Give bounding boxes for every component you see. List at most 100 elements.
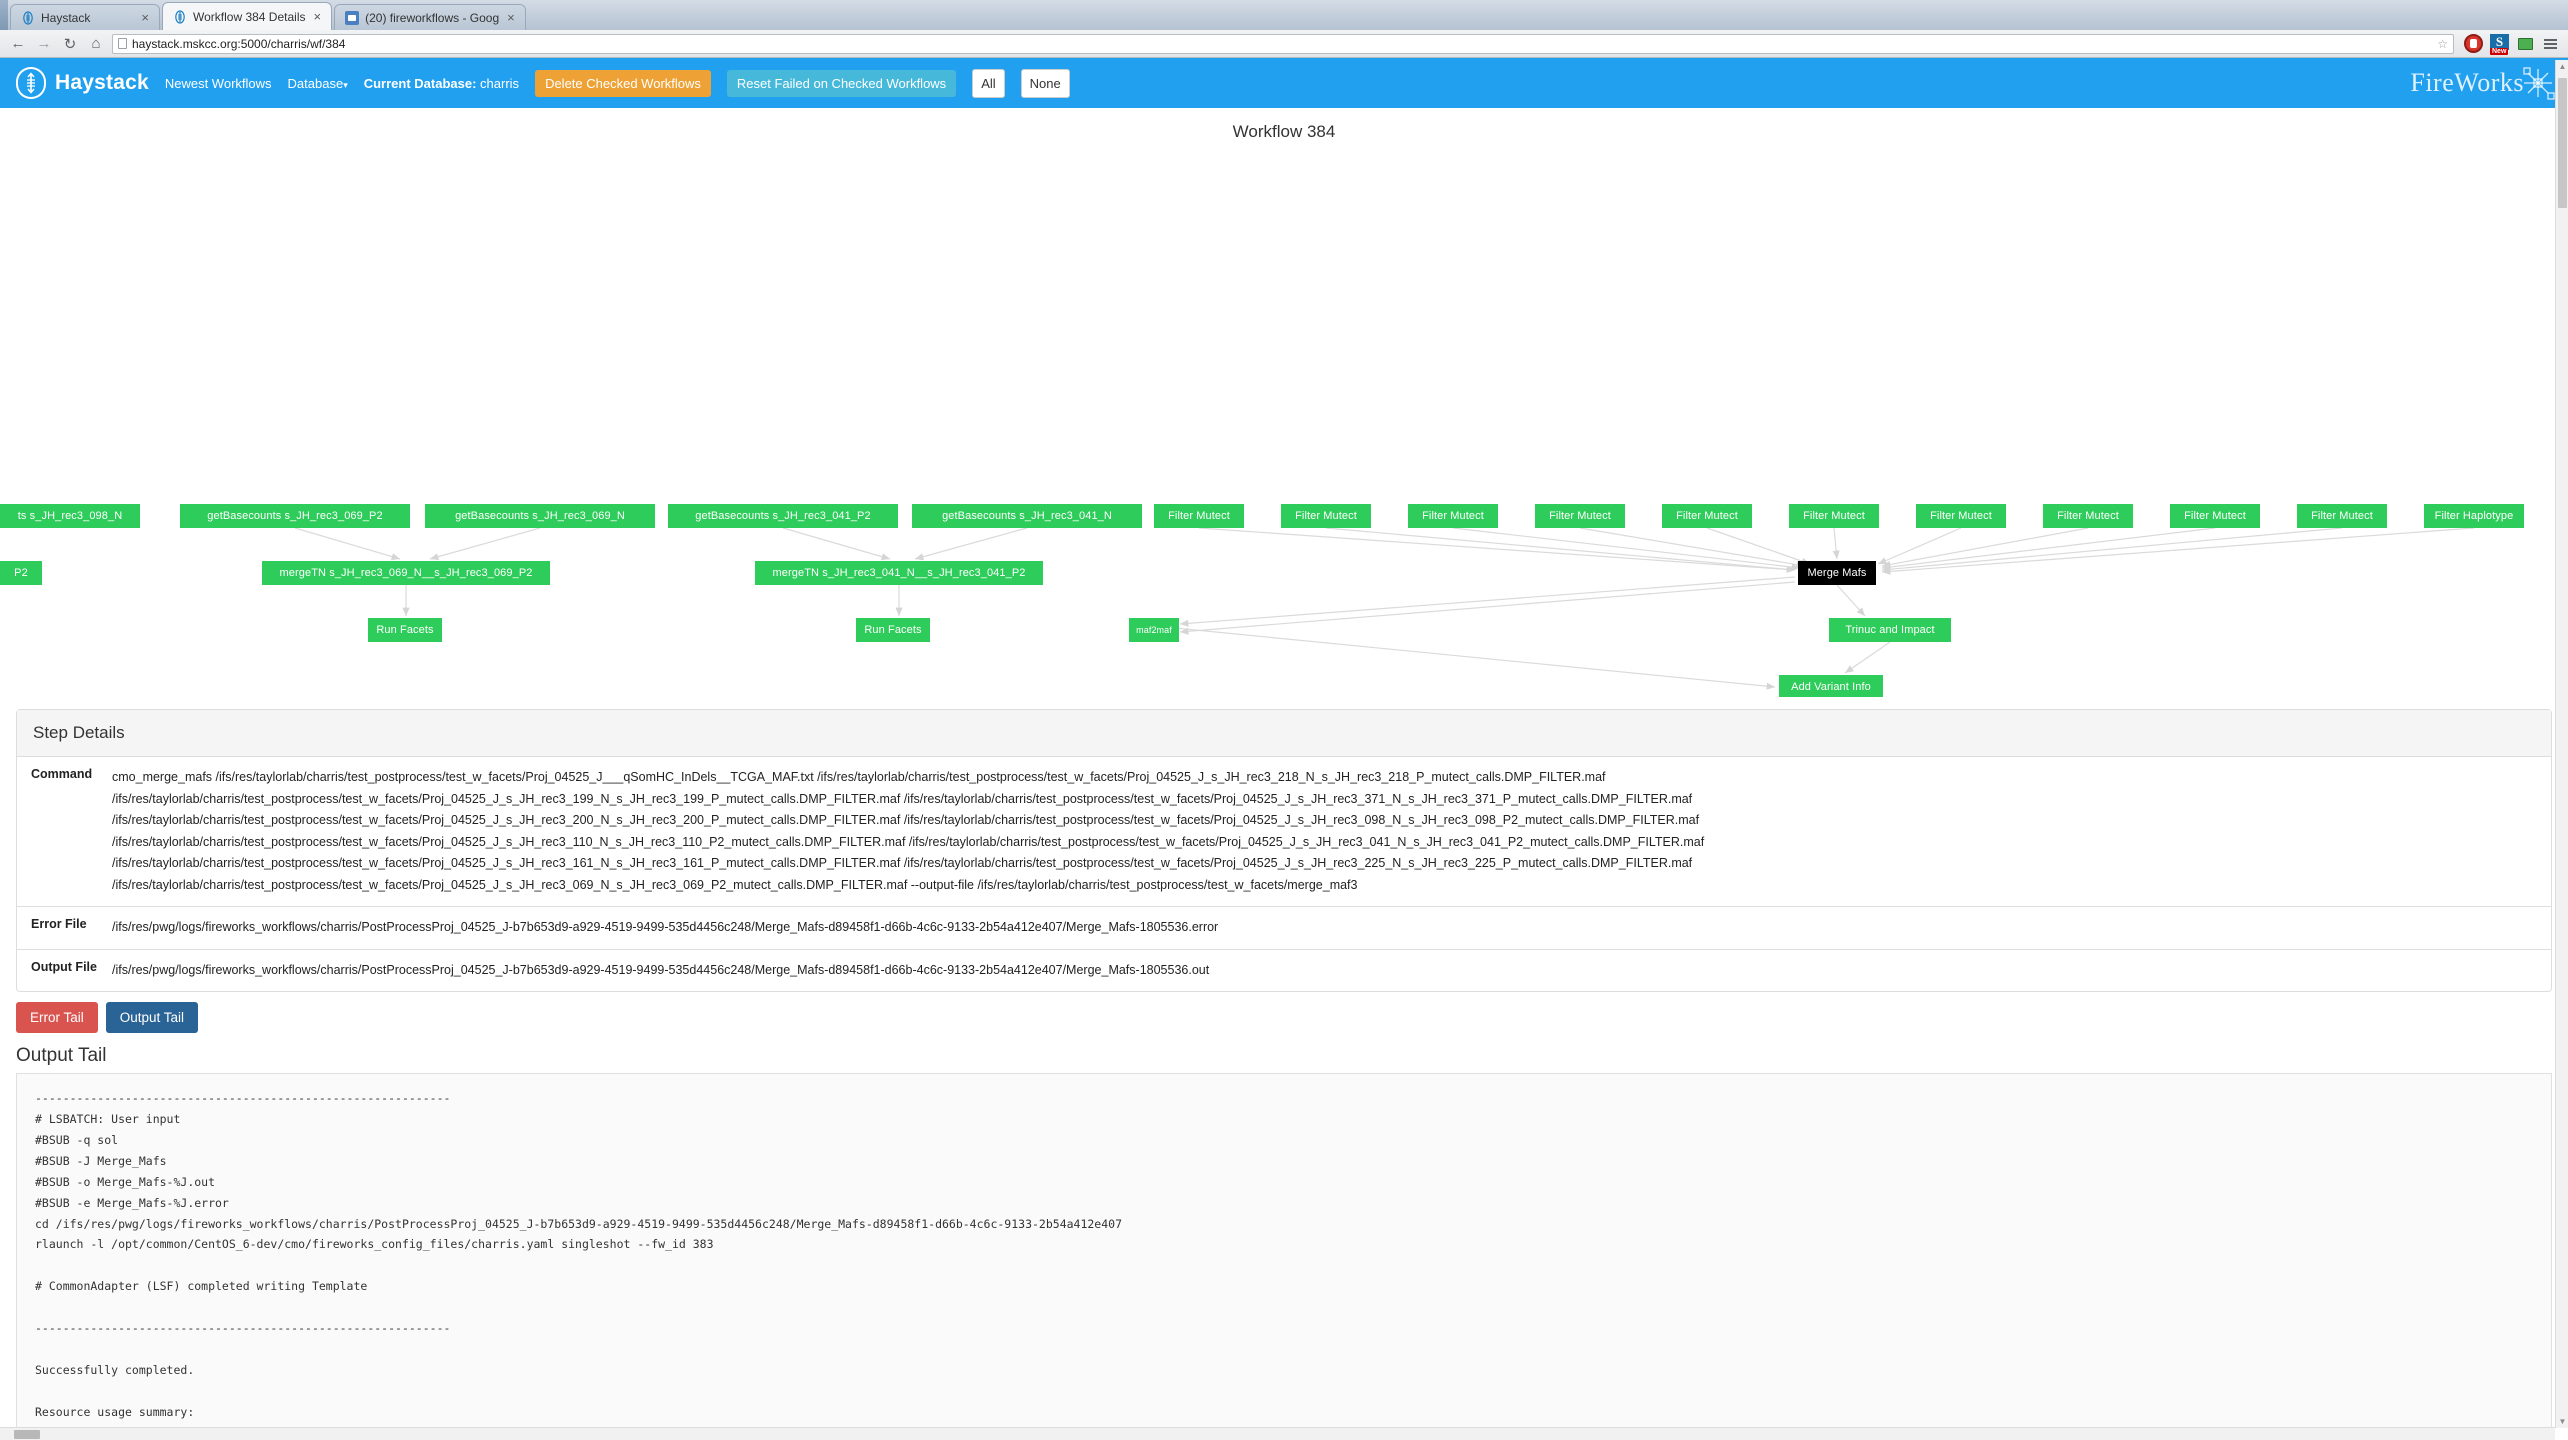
screen-capture-icon[interactable]	[2516, 34, 2535, 53]
browser-toolbar: ← → ↻ ⌂ haystack.mskcc.org:5000/charris/…	[0, 30, 2568, 58]
table-row-command: Command cmo_merge_mafs /ifs/res/taylorla…	[17, 757, 2551, 907]
graph-node[interactable]: Filter Mutect	[2043, 504, 2133, 528]
command-value: cmo_merge_mafs /ifs/res/taylorlab/charri…	[112, 757, 2551, 907]
graph-node[interactable]: mergeTN s_JH_rec3_041_N__s_JH_rec3_041_P…	[755, 561, 1043, 585]
address-bar-url: haystack.mskcc.org:5000/charris/wf/384	[132, 36, 346, 51]
page-document-icon	[118, 38, 127, 49]
brand-name: Haystack	[55, 71, 149, 94]
graph-node[interactable]: getBasecounts s_JH_rec3_041_P2	[668, 504, 898, 528]
graph-node[interactable]: Filter Mutect	[1154, 504, 1244, 528]
graph-node[interactable]: maf2maf	[1129, 618, 1179, 642]
address-bar[interactable]: haystack.mskcc.org:5000/charris/wf/384 ☆	[112, 33, 2454, 54]
output-file-label: Output File	[17, 948, 112, 991]
fireworks-logo: FireWorks	[2410, 63, 2558, 103]
extension-icons: S New	[2460, 34, 2535, 55]
error-file-label: Error File	[17, 906, 112, 949]
workflow-graph[interactable]: ts s_JH_rec3_098_N getBasecounts s_JH_re…	[0, 142, 2568, 697]
command-label: Command	[31, 767, 93, 781]
browser-tab-title: (20) fireworkflows - Goog	[365, 10, 500, 25]
graph-node[interactable]: getBasecounts s_JH_rec3_069_N	[425, 504, 655, 528]
graph-node[interactable]: Run Facets	[856, 618, 930, 642]
haystack-app: Haystack Newest Workflows Database▾ Curr…	[0, 58, 2568, 1440]
tab-close-icon[interactable]: ×	[312, 10, 324, 23]
step-details-table: Command cmo_merge_mafs /ifs/res/taylorla…	[17, 757, 2551, 991]
hamburger-menu-icon[interactable]	[2541, 37, 2560, 51]
browser-tab-title: Haystack	[41, 10, 91, 25]
brand[interactable]: Haystack	[16, 67, 149, 99]
haystack-favicon-icon	[21, 10, 35, 25]
step-details-panel: Step Details Command cmo_merge_mafs /ifs…	[16, 709, 2552, 992]
browser-tabstrip: Haystack × Workflow 384 Details × (20) f…	[0, 0, 2568, 30]
browser-tab-workflow-384-details[interactable]: Workflow 384 Details ×	[162, 2, 333, 30]
tab-close-icon[interactable]: ×	[139, 11, 151, 24]
graph-node-selected[interactable]: Merge Mafs	[1798, 561, 1876, 585]
nav-link-newest-workflows[interactable]: Newest Workflows	[165, 76, 272, 91]
graph-node[interactable]: getBasecounts s_JH_rec3_041_N	[912, 504, 1142, 528]
haystack-logo-icon	[16, 67, 46, 99]
page-horizontal-scrollbar[interactable]	[0, 1427, 2555, 1440]
output-file-value: /ifs/res/pwg/logs/fireworks_workflows/ch…	[112, 948, 2551, 991]
page-title: Workflow 384	[1232, 122, 1336, 141]
adblock-icon[interactable]	[2464, 34, 2483, 53]
graph-node[interactable]: Trinuc and Impact	[1829, 618, 1951, 642]
graph-node[interactable]: ts s_JH_rec3_098_N	[0, 504, 140, 528]
command-line: /ifs/res/taylorlab/charris/test_postproc…	[112, 856, 1693, 870]
chevron-down-icon: ▾	[343, 79, 348, 90]
current-database-label: Current Database:	[363, 75, 477, 91]
page-horizontal-scrollbar-thumb[interactable]	[14, 1430, 40, 1439]
table-row-error-file: Error File /ifs/res/pwg/logs/fireworks_w…	[17, 906, 2551, 949]
page-vertical-scrollbar-thumb[interactable]	[2558, 78, 2567, 208]
graph-node[interactable]: Filter Mutect	[1535, 504, 1625, 528]
browser-tab-title: Workflow 384 Details	[193, 9, 306, 24]
step-details-heading: Step Details	[17, 710, 2551, 757]
error-tail-button[interactable]: Error Tail	[16, 1002, 98, 1033]
graph-node[interactable]: Filter Mutect	[1408, 504, 1498, 528]
sophos-new-badge: New	[2490, 48, 2509, 55]
tail-buttons: Error Tail Output Tail	[0, 992, 2568, 1033]
command-line: /ifs/res/taylorlab/charris/test_postproc…	[112, 791, 1693, 806]
current-database-value: charris	[480, 75, 520, 91]
nav-link-database[interactable]: Database▾	[288, 76, 348, 91]
back-arrow-icon[interactable]: ←	[8, 34, 28, 54]
reload-icon[interactable]: ↻	[60, 34, 80, 54]
reset-failed-on-checked-workflows-button[interactable]: Reset Failed on Checked Workflows	[726, 69, 957, 97]
browser-tab-haystack[interactable]: Haystack ×	[10, 4, 160, 30]
graph-node[interactable]: P2	[0, 561, 42, 585]
select-all-button[interactable]: All	[972, 68, 1005, 98]
home-icon[interactable]: ⌂	[86, 34, 106, 54]
graph-node[interactable]: Filter Mutect	[2170, 504, 2260, 528]
browser-tab-fireworkflows[interactable]: (20) fireworkflows - Goog ×	[334, 4, 526, 30]
app-navbar: Haystack Newest Workflows Database▾ Curr…	[0, 58, 2568, 108]
scroll-up-arrow-icon[interactable]: ▲	[2558, 62, 2567, 71]
sophos-icon[interactable]: S New	[2490, 34, 2509, 55]
select-none-button[interactable]: None	[1020, 68, 1070, 98]
delete-checked-workflows-button[interactable]: Delete Checked Workflows	[535, 69, 711, 97]
output-tail-content: ----------------------------------------…	[16, 1073, 2552, 1440]
command-line: cmo_merge_mafs /ifs/res/taylorlab/charri…	[112, 770, 1606, 784]
forward-arrow-icon[interactable]: →	[34, 34, 54, 54]
tab-close-icon[interactable]: ×	[505, 11, 517, 24]
graph-node[interactable]: Filter Mutect	[1916, 504, 2006, 528]
google-plus-favicon-icon	[345, 10, 360, 25]
graph-node[interactable]: Filter Mutect	[1789, 504, 1879, 528]
page-vertical-scrollbar[interactable]: ▲ ▼	[2555, 60, 2568, 1428]
scroll-down-arrow-icon[interactable]: ▼	[2558, 1417, 2567, 1426]
fireworks-logo-text: FireWorks	[2410, 68, 2524, 97]
graph-node[interactable]: Filter Mutect	[2297, 504, 2387, 528]
graph-node[interactable]: Filter Mutect	[1662, 504, 1752, 528]
table-row-output-file: Output File /ifs/res/pwg/logs/fireworks_…	[17, 948, 2551, 991]
bookmark-star-icon[interactable]: ☆	[2437, 37, 2448, 51]
graph-node[interactable]: Add Variant Info	[1779, 675, 1883, 697]
workflow-graph-edges	[294, 527, 2475, 690]
graph-node[interactable]: Run Facets	[368, 618, 442, 642]
graph-node[interactable]: mergeTN s_JH_rec3_069_N__s_JH_rec3_069_P…	[262, 561, 550, 585]
output-tail-heading: Output Tail	[16, 1045, 107, 1066]
command-line: /ifs/res/taylorlab/charris/test_postproc…	[112, 877, 1358, 892]
graph-node[interactable]: Filter Haplotype	[2424, 504, 2524, 528]
current-database: Current Database: charris	[364, 76, 519, 91]
command-line: /ifs/res/taylorlab/charris/test_postproc…	[112, 813, 1700, 827]
graph-node[interactable]: getBasecounts s_JH_rec3_069_P2	[180, 504, 410, 528]
output-tail-button[interactable]: Output Tail	[105, 1002, 199, 1033]
graph-node[interactable]: Filter Mutect	[1281, 504, 1371, 528]
command-line: /ifs/res/taylorlab/charris/test_postproc…	[112, 834, 1705, 849]
